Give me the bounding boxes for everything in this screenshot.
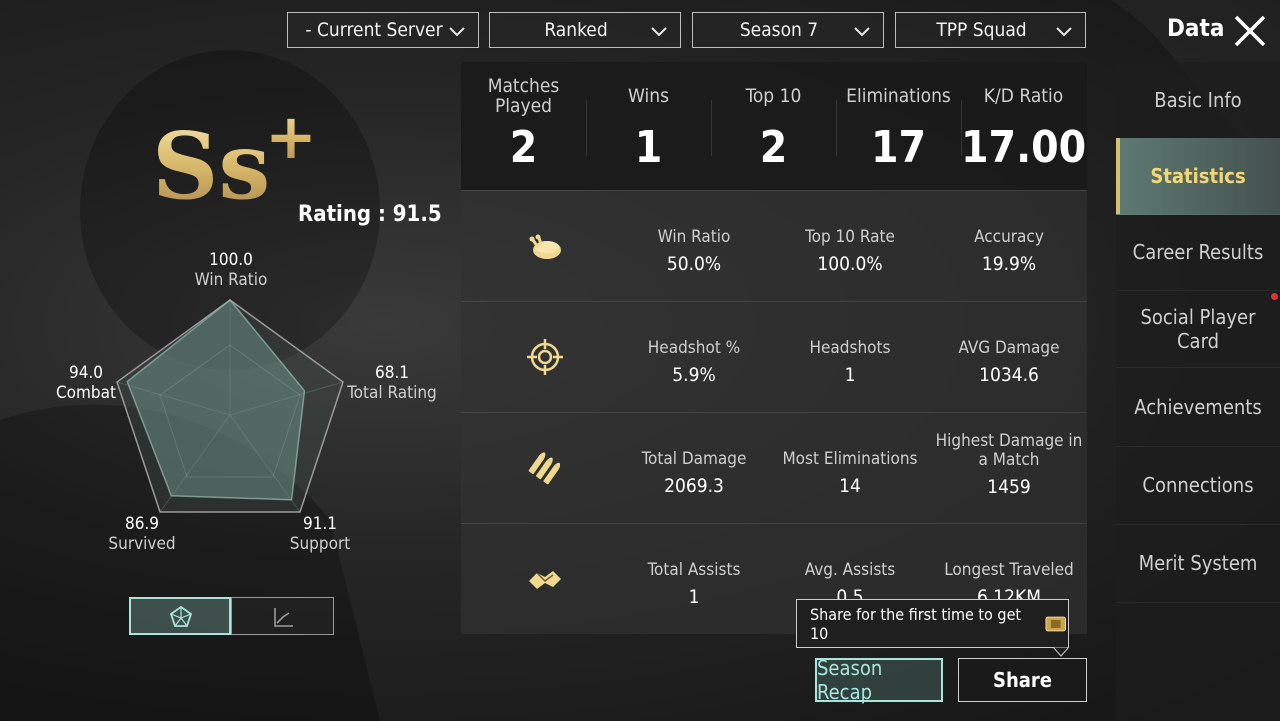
season-dropdown[interactable]: Season 7 — [692, 12, 884, 48]
mode-dropdown[interactable]: Ranked — [489, 12, 681, 48]
stat-top10-rate: Top 10 Rate 100.0% — [805, 227, 895, 276]
squad-dropdown-label: TPP Squad — [936, 19, 1027, 41]
summary-wins: Wins 1 — [628, 85, 669, 173]
radar-label-support: 91.1 Support — [289, 514, 351, 554]
rank-badge-text: Ss — [152, 112, 270, 210]
summary-bar: Matches Played 2 Wins 1 Top 10 2 Elimina… — [461, 62, 1087, 190]
radar-label-combat: 94.0 Combat — [55, 363, 116, 403]
radar-chart — [116, 298, 344, 513]
tooltip-text: Share for the first time to get 10 — [810, 604, 1022, 643]
share-button[interactable]: Share — [958, 658, 1087, 702]
stat-avg-damage: AVG Damage 1034.6 — [958, 338, 1060, 387]
handshake-icon — [529, 571, 561, 589]
stat-headshots: Headshots 1 — [809, 338, 891, 387]
close-icon[interactable] — [1233, 14, 1267, 48]
sidebar-item-basic-info[interactable]: Basic Info — [1116, 62, 1280, 139]
summary-eliminations: Eliminations 17 — [846, 85, 951, 173]
notification-dot — [1271, 293, 1278, 300]
stat-headshot-percent: Headshot % 5.9% — [647, 338, 741, 387]
season-dropdown-label: Season 7 — [739, 19, 819, 41]
rating-value: Rating : 91.5 — [298, 202, 442, 227]
stats-row-damage: Total Damage 2069.3 Most Eliminations 14… — [461, 412, 1087, 523]
radar-label-survived: 86.9 Survived — [108, 514, 176, 554]
stats-row-ratios: Win Ratio 50.0% Top 10 Rate 100.0% Accur… — [461, 190, 1087, 301]
radar-label-total-rating: 68.1 Total Rating — [347, 363, 437, 403]
rank-plus: + — [265, 100, 317, 173]
server-dropdown[interactable]: - Current Server — [287, 12, 479, 48]
stat-total-damage: Total Damage 2069.3 — [641, 449, 747, 498]
sidebar-item-statistics[interactable]: Statistics — [1116, 138, 1280, 215]
crosshair-icon — [527, 339, 563, 375]
trend-view-toggle[interactable] — [231, 597, 334, 635]
sidebar-item-achievements[interactable]: Achievements — [1116, 368, 1280, 447]
sidebar: Basic Info Statistics Career Results Soc… — [1116, 62, 1280, 721]
chevron-down-icon — [1056, 27, 1072, 37]
bullets-icon — [528, 452, 561, 485]
tooltip-arrow — [1053, 647, 1069, 657]
sidebar-item-career-results[interactable]: Career Results — [1116, 214, 1280, 291]
stat-win-ratio: Win Ratio 50.0% — [657, 227, 731, 276]
season-recap-button[interactable]: Season Recap — [815, 656, 943, 704]
summary-top10: Top 10 2 — [745, 85, 802, 173]
stat-accuracy: Accuracy 19.9% — [974, 227, 1044, 276]
chevron-down-icon — [449, 27, 465, 37]
statistics-panel: Matches Played 2 Wins 1 Top 10 2 Elimina… — [461, 62, 1087, 634]
radar-view-toggle[interactable] — [129, 597, 231, 635]
sidebar-item-connections[interactable]: Connections — [1116, 446, 1280, 525]
sidebar-item-social-player-card[interactable]: Social Player Card — [1116, 290, 1280, 368]
page-title: Data — [1167, 14, 1225, 42]
radar-label-win-ratio: 100.0 Win Ratio — [194, 250, 268, 290]
squad-dropdown[interactable]: TPP Squad — [895, 12, 1086, 48]
summary-matches-played: Matches Played 2 — [487, 75, 560, 173]
stat-total-assists: Total Assists 1 — [647, 560, 741, 609]
share-reward-tooltip: Share for the first time to get 10 — [796, 599, 1069, 657]
summary-kd-ratio: K/D Ratio 17.00 — [961, 85, 1087, 173]
mode-dropdown-label: Ranked — [544, 19, 608, 41]
stat-most-eliminations: Most Eliminations 14 — [782, 449, 918, 498]
stat-highest-damage: Highest Damage in a Match 1459 — [935, 431, 1083, 499]
line-chart-icon — [274, 608, 293, 627]
chevron-down-icon — [651, 27, 667, 37]
sidebar-item-merit-system[interactable]: Merit System — [1116, 524, 1280, 603]
stats-row-shooting: Headshot % 5.9% Headshots 1 AVG Damage 1… — [461, 301, 1087, 412]
chevron-down-icon — [854, 27, 870, 37]
pentagon-icon — [169, 605, 193, 627]
rank-badge-icon: Ss + — [152, 100, 317, 210]
chicken-icon — [529, 234, 561, 259]
coupon-icon — [1045, 616, 1066, 631]
server-dropdown-label: - Current Server — [305, 19, 443, 41]
